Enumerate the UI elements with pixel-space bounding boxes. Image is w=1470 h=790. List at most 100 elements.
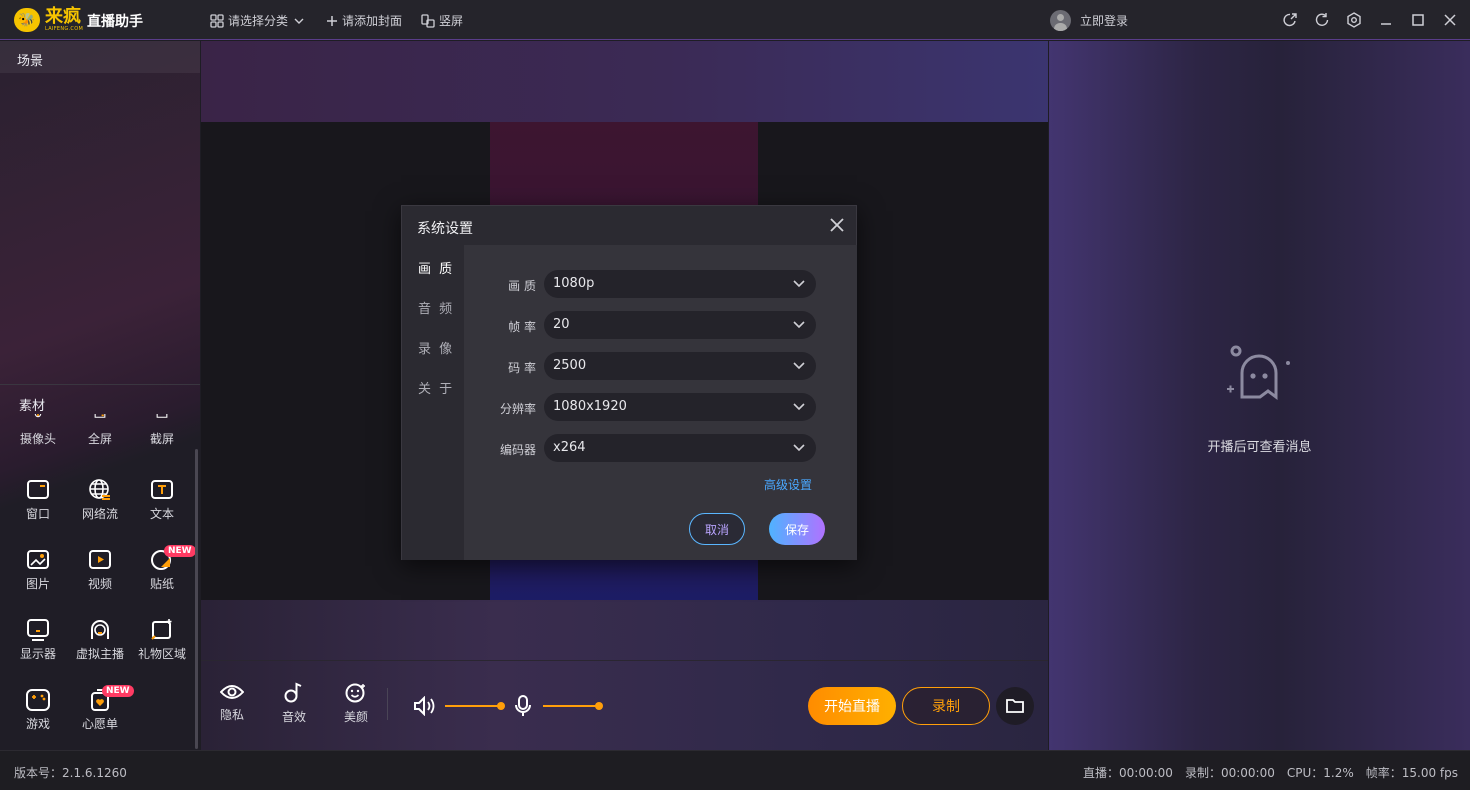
- encoder-select[interactable]: x264: [544, 434, 816, 462]
- tab-recording[interactable]: 录 像: [418, 338, 454, 357]
- chevron-down-icon: [793, 362, 805, 370]
- refresh-icon: [1315, 13, 1329, 26]
- tool-camera[interactable]: 摄像头: [10, 414, 66, 447]
- resolution-value: 1080x1920: [553, 399, 627, 414]
- sound-effect-button[interactable]: 音效: [274, 682, 314, 725]
- category-dropdown[interactable]: 请选择分类: [210, 12, 310, 29]
- save-button[interactable]: 保存: [769, 513, 825, 545]
- preview-top-area: [201, 41, 1048, 122]
- tool-monitor[interactable]: 显示器: [10, 617, 66, 662]
- refresh-button[interactable]: [1313, 11, 1331, 29]
- tool-network-stream[interactable]: 网络流: [72, 477, 128, 522]
- tool-game[interactable]: 游戏: [10, 687, 66, 732]
- camera-icon: [34, 414, 42, 418]
- status-bar: 版本号：2.1.6.1260 直播：00:00:00 录制：00:00:00 C…: [0, 750, 1470, 790]
- tool-window[interactable]: 窗口: [10, 477, 66, 522]
- portrait-label: 竖屏: [439, 14, 464, 28]
- close-window-button[interactable]: [1441, 11, 1459, 29]
- speaker-icon[interactable]: [413, 696, 437, 716]
- chevron-down-icon: [793, 403, 805, 411]
- tool-label: 窗口: [25, 507, 50, 521]
- add-cover-button[interactable]: 请添加封面: [326, 12, 402, 29]
- minimize-button[interactable]: [1377, 11, 1395, 29]
- beauty-button[interactable]: 美颜: [336, 682, 376, 725]
- window-icon: [27, 480, 49, 499]
- live-duration: 直播：00:00:00: [1083, 766, 1173, 780]
- quality-select[interactable]: 1080p: [544, 270, 816, 298]
- app-title: 直播助手: [87, 14, 143, 30]
- folder-icon: [1006, 699, 1024, 713]
- category-label: 请选择分类: [228, 14, 289, 28]
- chevron-down-icon: [294, 18, 304, 24]
- bee-logo-icon: 🐝: [14, 8, 40, 32]
- tool-gift-area[interactable]: 礼物区域: [134, 617, 190, 662]
- settings-nav: 画 质 音 频 录 像 关 于: [402, 245, 464, 560]
- bitrate-select[interactable]: 2500: [544, 352, 816, 380]
- resolution-select[interactable]: 1080x1920: [544, 393, 816, 421]
- portrait-toggle[interactable]: 竖屏: [421, 12, 463, 29]
- open-folder-button[interactable]: [996, 687, 1034, 725]
- tool-label: 摄像头: [19, 432, 56, 446]
- framerate-label: 帧 率: [508, 320, 536, 334]
- tool-video[interactable]: 视频: [72, 547, 128, 592]
- advanced-settings-link[interactable]: 高级设置: [764, 476, 812, 493]
- add-cover-label: 请添加封面: [342, 14, 403, 28]
- bitrate-value: 2500: [553, 358, 587, 373]
- chevron-down-icon: [793, 280, 805, 288]
- privacy-label: 隐私: [219, 708, 244, 722]
- mic-volume-slider[interactable]: [543, 705, 599, 707]
- system-settings-dialog: 系统设置 画 质 音 频 录 像 关 于 画 质 1080p 帧 率 20 码 …: [401, 205, 857, 560]
- tool-sticker[interactable]: 贴纸 NEW: [134, 545, 196, 592]
- cpu-usage: CPU：1.2%: [1286, 766, 1354, 780]
- speaker-volume-slider[interactable]: [445, 705, 501, 707]
- tool-wishlist[interactable]: 心愿单 NEW: [72, 685, 134, 732]
- framerate-value: 20: [553, 317, 570, 332]
- minimize-icon: [1381, 23, 1391, 25]
- resolution-label: 分辨率: [499, 402, 536, 416]
- scrollbar[interactable]: [195, 449, 198, 749]
- logo-subtext: LAIFENG.COM: [45, 26, 84, 32]
- frame-rate: 帧率：15.00 fps: [1365, 766, 1458, 780]
- tool-screenshot[interactable]: 截屏: [134, 414, 190, 447]
- settings-button[interactable]: [1345, 11, 1363, 29]
- tool-virtual-host[interactable]: 虚拟主播: [72, 617, 128, 662]
- record-button[interactable]: 录制: [902, 687, 990, 725]
- tool-fullscreen[interactable]: 全屏: [72, 414, 128, 447]
- message-panel: 开播后可查看消息: [1049, 41, 1470, 750]
- tab-about[interactable]: 关 于: [418, 378, 454, 397]
- microphone-icon[interactable]: [513, 695, 533, 717]
- framerate-select[interactable]: 20: [544, 311, 816, 339]
- material-title: 素材: [19, 399, 46, 414]
- tool-label: 虚拟主播: [75, 647, 124, 661]
- encoder-label: 编码器: [499, 443, 536, 457]
- login-button[interactable]: 立即登录: [1050, 10, 1128, 31]
- privacy-button[interactable]: 隐私: [212, 682, 252, 723]
- speaker-volume-handle[interactable]: [497, 702, 505, 710]
- dialog-title: 系统设置: [417, 221, 473, 237]
- tool-label: 截屏: [149, 432, 174, 446]
- tab-audio[interactable]: 音 频: [418, 298, 454, 317]
- tab-video-quality[interactable]: 画 质: [418, 258, 454, 277]
- maximize-button[interactable]: [1409, 11, 1427, 29]
- tool-text[interactable]: 文本: [134, 477, 190, 522]
- gift-area-icon: [151, 619, 172, 640]
- mic-volume-handle[interactable]: [595, 702, 603, 710]
- close-icon: [1444, 14, 1456, 26]
- avatar: [1050, 10, 1071, 31]
- gear-icon: [1347, 12, 1361, 28]
- tool-label: 心愿单: [81, 717, 118, 731]
- chevron-down-icon: [793, 444, 805, 452]
- app-logo: 🐝 来疯 LAIFENG.COM: [14, 8, 83, 32]
- tool-image[interactable]: 图片: [10, 547, 66, 592]
- new-badge: NEW: [164, 545, 196, 557]
- ghost-chat-icon: [1227, 345, 1290, 400]
- start-live-button[interactable]: 开始直播: [808, 687, 896, 725]
- share-button[interactable]: [1281, 11, 1299, 29]
- close-icon[interactable]: [828, 216, 846, 234]
- virtual-host-icon: [91, 620, 109, 639]
- cancel-button[interactable]: 取消: [689, 513, 745, 545]
- monitor-icon: [27, 619, 49, 641]
- divider: [387, 688, 388, 720]
- grid-icon: [210, 13, 224, 28]
- tool-label: 视频: [87, 577, 112, 591]
